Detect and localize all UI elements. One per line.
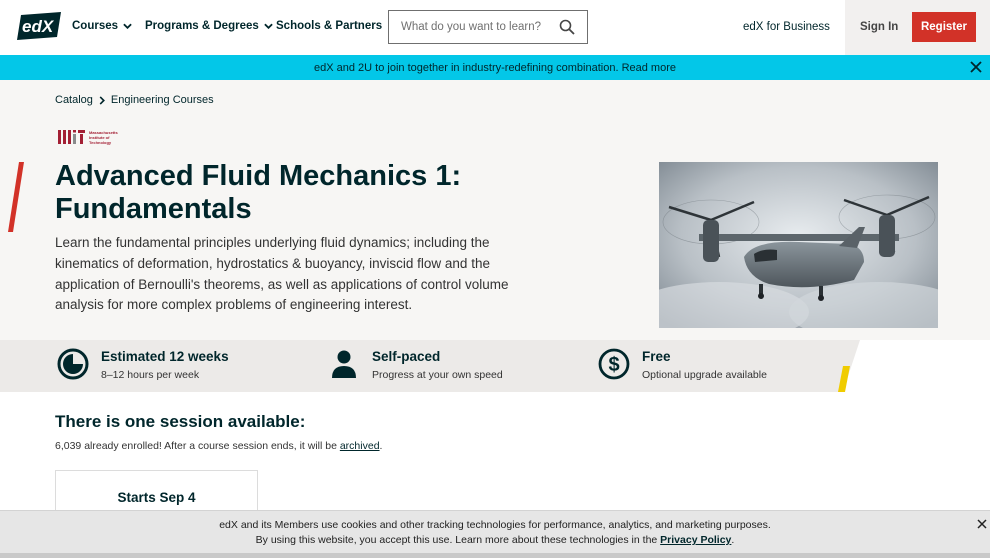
info-pace-title: Self-paced: [372, 349, 441, 364]
nav-schools-label: Schools & Partners: [276, 20, 383, 32]
edx-logo[interactable]: edX: [17, 12, 61, 40]
info-pace: Self-paced Progress at your own speed: [328, 348, 503, 381]
sign-in-link[interactable]: Sign In: [860, 21, 898, 33]
sessions-heading: There is one session available:: [55, 412, 306, 431]
chevron-down-icon: [123, 23, 132, 29]
cookie-line2-suffix: .: [731, 534, 735, 546]
nav-schools-partners[interactable]: Schools & Partners: [276, 20, 382, 32]
chevron-down-icon: [264, 23, 273, 29]
course-title-line2: Fundamentals: [55, 193, 252, 225]
site-header: edX Courses Programs & Degrees Schools &…: [0, 0, 990, 55]
register-label: Register: [920, 21, 968, 33]
nav-programs-degrees[interactable]: Programs & Degrees: [145, 20, 273, 32]
red-accent-slash: [8, 162, 24, 232]
info-duration-text: Estimated 12 weeks 8–12 hours per week: [101, 348, 229, 381]
nav-courses-label: Courses: [72, 20, 119, 32]
edx-for-business-link[interactable]: edX for Business: [743, 21, 830, 33]
svg-text:edX: edX: [22, 17, 55, 36]
info-price-text: Free Optional upgrade available: [642, 348, 767, 381]
info-pace-text: Self-paced Progress at your own speed: [372, 348, 503, 381]
svg-text:$: $: [608, 354, 619, 376]
info-duration: Estimated 12 weeks 8–12 hours per week: [57, 348, 229, 381]
info-duration-title: Estimated 12 weeks: [101, 349, 229, 364]
course-hero: Catalog Engineering Courses Massachusett…: [0, 80, 990, 340]
search-box: [388, 10, 588, 44]
register-button[interactable]: Register: [912, 12, 976, 42]
privacy-policy-link[interactable]: Privacy Policy: [660, 534, 731, 546]
session-start-date: Starts Sep 4: [117, 490, 196, 505]
breadcrumb-engineering[interactable]: Engineering Courses: [111, 94, 214, 106]
enrolled-suffix: .: [379, 440, 383, 452]
mit-logo[interactable]: Massachusetts Institute of Technology: [58, 129, 124, 147]
course-description: Learn the fundamental principles underly…: [55, 235, 509, 313]
course-title: Advanced Fluid Mechanics 1: Fundamentals: [55, 160, 595, 226]
search-icon[interactable]: [559, 19, 575, 35]
enrolled-count-text: 6,039 already enrolled! After a course s…: [55, 440, 337, 452]
banner-text[interactable]: edX and 2U to join together in industry-…: [314, 62, 676, 74]
course-title-line1: Advanced Fluid Mechanics 1:: [55, 160, 462, 192]
close-icon[interactable]: [970, 61, 982, 73]
info-price-title: Free: [642, 349, 671, 364]
archived-link[interactable]: archived: [340, 440, 380, 452]
breadcrumb-catalog[interactable]: Catalog: [55, 94, 93, 106]
person-icon: [332, 350, 356, 378]
cookie-line2-text: By using this website, you accept this u…: [255, 534, 658, 546]
info-price: $ Free Optional upgrade available: [598, 348, 767, 381]
cookie-text-line1: edX and its Members use cookies and othe…: [219, 519, 771, 531]
search-input[interactable]: [389, 11, 549, 43]
yellow-accent-slash: [838, 366, 850, 392]
scrollbar-track[interactable]: [0, 553, 990, 558]
cookie-notice: edX and its Members use cookies and othe…: [0, 510, 990, 558]
course-image: [659, 162, 938, 328]
announcement-banner: edX and 2U to join together in industry-…: [0, 55, 990, 80]
chevron-right-icon: [99, 95, 105, 105]
nav-programs-label: Programs & Degrees: [145, 20, 259, 32]
breadcrumb: Catalog Engineering Courses: [55, 94, 214, 106]
clock-icon: [57, 348, 89, 380]
enrolled-text: 6,039 already enrolled! After a course s…: [55, 440, 382, 452]
cookie-text-line2: By using this website, you accept this u…: [0, 534, 990, 546]
info-duration-sub: 8–12 hours per week: [101, 369, 200, 381]
close-icon[interactable]: [977, 519, 987, 529]
info-pace-sub: Progress at your own speed: [372, 369, 503, 381]
svg-text:Technology: Technology: [89, 140, 112, 145]
nav-courses[interactable]: Courses: [72, 20, 132, 32]
info-price-sub: Optional upgrade available: [642, 369, 767, 381]
dollar-icon: $: [598, 348, 630, 380]
